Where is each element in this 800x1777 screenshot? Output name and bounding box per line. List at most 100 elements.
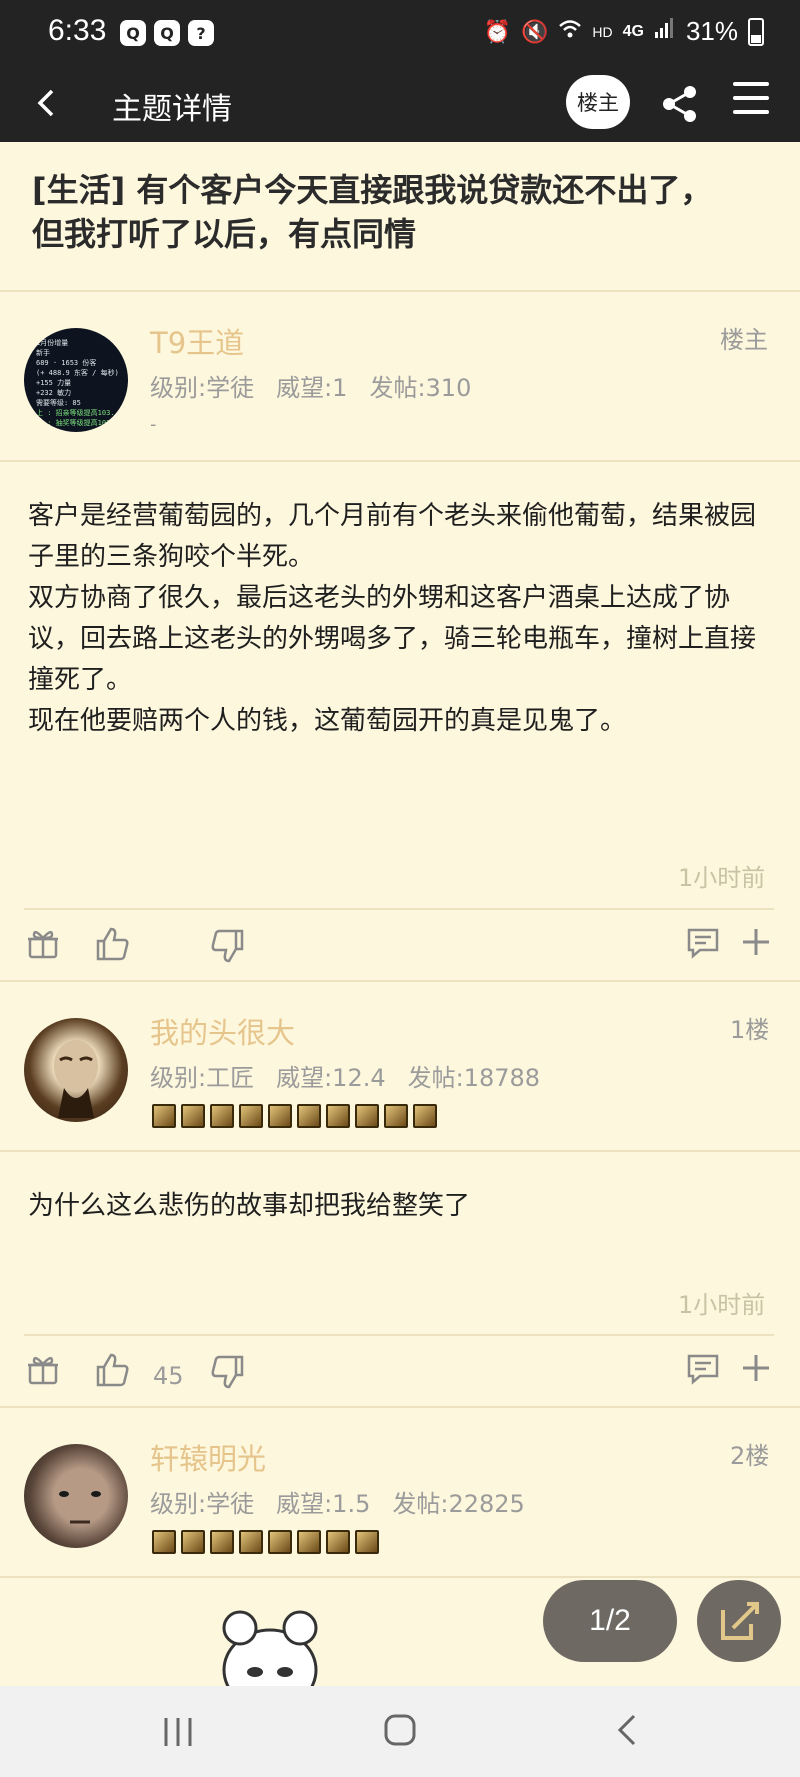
divider [0, 290, 800, 292]
user-post-count: 发帖:22825 [392, 1490, 525, 1518]
gift-icon [28, 1356, 58, 1385]
user-meta: 级别:工匠 威望:12.4 发帖:18788 [150, 1058, 562, 1093]
only-poster-button[interactable]: 楼主 [566, 75, 630, 129]
share-icon [663, 86, 696, 122]
badge-icon [326, 1104, 350, 1128]
floor-label: 2楼 [730, 1442, 770, 1470]
more-button[interactable] [740, 1352, 776, 1388]
badge-icon [268, 1530, 292, 1554]
divider [0, 1576, 800, 1578]
comment-icon [687, 1354, 719, 1385]
user-prestige: 威望:12.4 [276, 1064, 386, 1092]
gift-button[interactable] [26, 1352, 62, 1388]
floor-label: 楼主 [720, 326, 768, 354]
avatar[interactable] [24, 1018, 128, 1122]
divider [24, 908, 774, 910]
user-post-count: 发帖:18788 [407, 1064, 541, 1092]
battery-percent: 31% [685, 16, 738, 46]
post-content: 客户是经营葡萄园的，几个月前有个老头来偷他葡萄，结果被园子里的三条狗咬个半死。 … [28, 496, 773, 742]
battery-icon [748, 17, 764, 46]
divider [24, 1334, 774, 1336]
user-signature: - [150, 414, 157, 435]
badge-icon [181, 1530, 205, 1554]
avatar-text-line: 1月份增量 [36, 339, 69, 347]
post-content: 为什么这么悲伤的故事却把我给整笑了 [28, 1186, 773, 1227]
badge-icon [152, 1530, 176, 1554]
dislike-button[interactable] [210, 928, 246, 964]
username[interactable]: 我的头很大 [150, 1010, 295, 1052]
post-paragraph: 现在他要赔两个人的钱，这葡萄园开的真是见鬼了。 [28, 706, 627, 736]
badge-icon [384, 1104, 408, 1128]
user-level: 级别:工匠 [150, 1064, 255, 1092]
comment-icon [687, 928, 719, 959]
comment-button[interactable] [686, 926, 722, 962]
top-nav-bar: 主题详情 楼主 [0, 66, 800, 142]
username[interactable]: T9王道 [150, 320, 244, 362]
user-level: 级别:学徒 [150, 1490, 255, 1518]
avatar-text-line: 上 : 招亲等级提高103. [36, 409, 115, 417]
divider [0, 1150, 800, 1152]
dislike-button[interactable] [210, 1354, 246, 1390]
avatar[interactable] [24, 1444, 128, 1548]
user-meta: 级别:学徒 威望:1.5 发帖:22825 [150, 1484, 547, 1519]
post-paragraph: 双方协商了很久，最后这老头的外甥和这客户酒桌上达成了协议，回去路上这老头的外甥喝… [28, 583, 757, 695]
home-icon [384, 1714, 416, 1746]
avatar-text-line: (+ 488.9 东客 / 每秒) [36, 369, 119, 377]
share-button[interactable] [660, 84, 700, 124]
gift-icon [28, 930, 58, 959]
recent-apps-button[interactable] [160, 1714, 196, 1750]
badge-icon [181, 1104, 205, 1128]
mute-icon: 🔇 [520, 18, 549, 44]
notification-icons: Q Q ? [120, 20, 214, 46]
like-button[interactable] [94, 926, 130, 962]
badge-icon [152, 1104, 176, 1128]
user-level: 级别:学徒 [150, 374, 255, 402]
user-prestige: 威望:1 [276, 374, 348, 402]
avatar[interactable]: 1月份增量 新手 689 · 1653 份客 (+ 488.9 东客 / 每秒)… [24, 328, 128, 432]
avatar-text-line: 需要等级: 85 [36, 399, 81, 407]
badge-icon [210, 1530, 234, 1554]
post-paragraph: 为什么这么悲伤的故事却把我给整笑了 [28, 1191, 471, 1221]
status-indicators: ⏰ 🔇 HD 4G 31% [484, 16, 764, 47]
like-button[interactable] [94, 1352, 130, 1388]
system-navigation-bar [0, 1686, 800, 1777]
like-count: 45 [153, 1362, 184, 1390]
thumbs-up-icon [96, 1353, 129, 1387]
floor-label: 1楼 [730, 1016, 770, 1044]
network-hd-label: HD [592, 23, 613, 40]
comment-button[interactable] [686, 1352, 722, 1388]
badge-icon [239, 1530, 263, 1554]
avatar-text-line: +232 敏力 [36, 389, 72, 397]
username[interactable]: 轩辕明光 [150, 1436, 266, 1478]
plus-icon [743, 929, 769, 955]
avatar-text-line: +155 力量 [36, 379, 72, 387]
avatar-text-line: 新手 [36, 349, 50, 357]
badge-icon [268, 1104, 292, 1128]
back-button[interactable] [36, 80, 76, 126]
badge-icon [326, 1530, 350, 1554]
more-button[interactable] [740, 926, 776, 962]
signal-icon [654, 16, 676, 47]
home-button[interactable] [382, 1712, 418, 1748]
gift-button[interactable] [26, 926, 62, 962]
post-time: 1小时前 [678, 864, 766, 892]
page-title: 主题详情 [112, 92, 232, 127]
recent-apps-icon [164, 1718, 192, 1746]
reply-button[interactable] [697, 1580, 781, 1662]
user-prestige: 威望:1.5 [276, 1490, 371, 1518]
divider [0, 460, 800, 462]
system-back-button[interactable] [610, 1712, 646, 1748]
badge-icon [297, 1530, 321, 1554]
menu-icon [733, 82, 769, 114]
avatar-text-line: 689 · 1653 份客 [36, 359, 97, 367]
notification-q-icon: Q [120, 20, 146, 46]
badge-icon [355, 1530, 379, 1554]
user-badges [152, 1530, 379, 1554]
avatar-face-icon [59, 1491, 101, 1524]
post-time: 1小时前 [678, 1291, 766, 1319]
page-indicator-button[interactable]: 1/2 [543, 1580, 677, 1662]
badge-icon [297, 1104, 321, 1128]
menu-button[interactable] [733, 82, 769, 122]
notification-question-icon: ? [188, 20, 214, 46]
thumbs-down-icon [211, 929, 244, 963]
